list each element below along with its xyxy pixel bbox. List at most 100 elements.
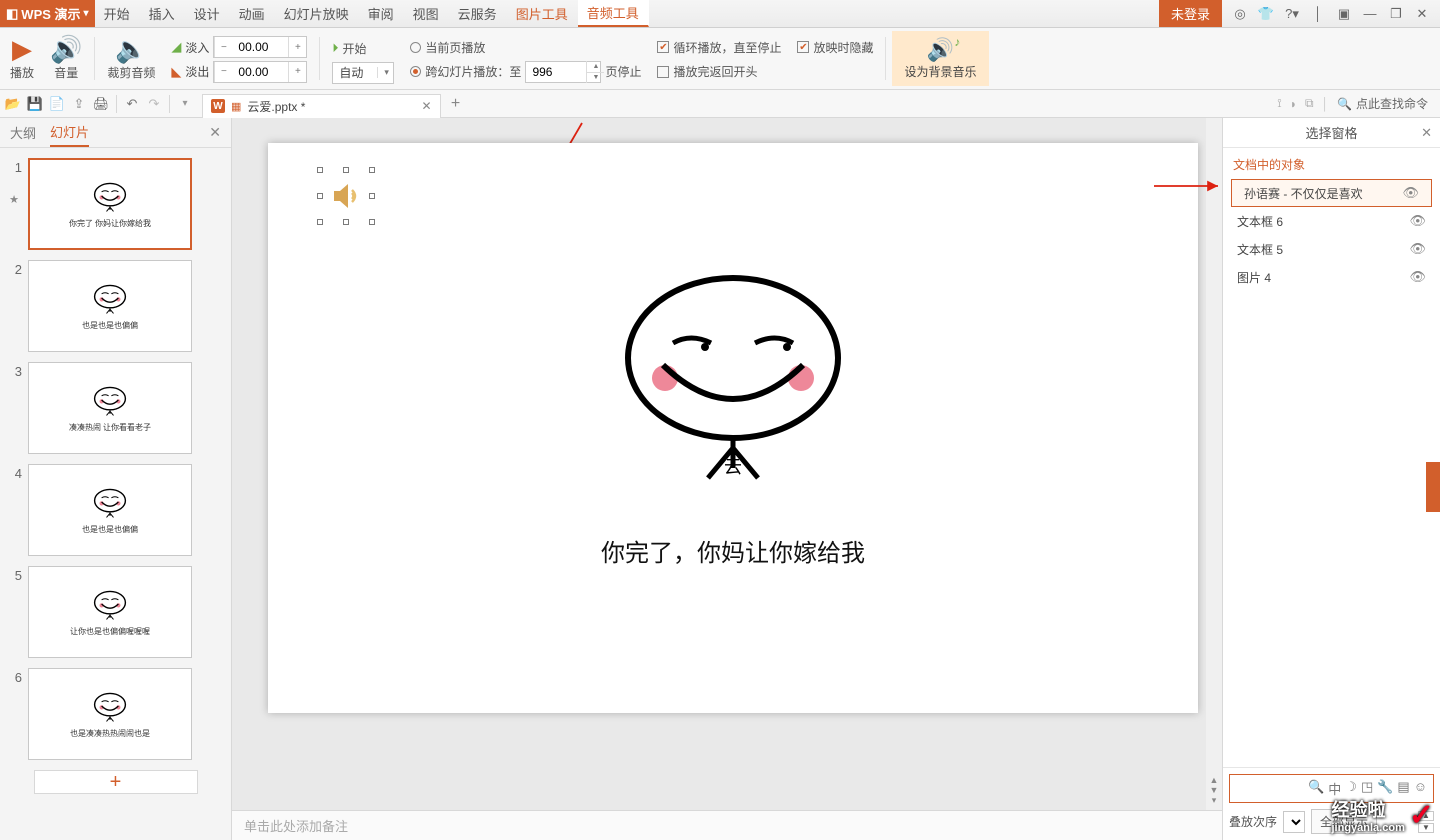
resize-handle[interactable]	[317, 167, 323, 173]
tab-design[interactable]: 设计	[185, 0, 230, 27]
cross-up-icon[interactable]: ▲	[586, 61, 604, 72]
start-label: 开始	[342, 40, 366, 57]
help-icon[interactable]: ?▾	[1282, 4, 1302, 24]
close-icon[interactable]: ✕	[1412, 4, 1432, 24]
vertical-scrollbar[interactable]: ▲▼▾	[1206, 118, 1222, 810]
open-icon[interactable]: 📂	[4, 95, 22, 113]
qa-more-icon[interactable]: ▾	[176, 95, 194, 113]
cross-slide-radio[interactable]: 跨幻灯片播放：至 ▲ ▼ 页停止	[410, 60, 641, 85]
chevron-down-icon[interactable]: ▾	[377, 67, 393, 78]
search-command-label: 点此查找命令	[1356, 95, 1428, 112]
trim-button[interactable]: 🔈 裁剪音频	[101, 31, 161, 86]
slide-thumbnail[interactable]: 你完了 你妈让你嫁给我	[28, 158, 192, 250]
maximize-icon[interactable]: ❐	[1386, 4, 1406, 24]
toolbar-search-icon[interactable]: 🔍	[1308, 779, 1324, 798]
cross-down-icon[interactable]: ▼	[586, 72, 604, 83]
edge-tab[interactable]	[1426, 462, 1440, 512]
ribbon-collapse-icon[interactable]: ▣	[1334, 4, 1354, 24]
radio-on-icon	[410, 66, 421, 77]
add-slide-button[interactable]: +	[34, 770, 198, 794]
tab-home[interactable]: 开始	[95, 0, 140, 27]
export-icon[interactable]: ⇪	[70, 95, 88, 113]
selection-item[interactable]: 文本框 5👁	[1231, 235, 1432, 263]
return-start-check[interactable]: 播放完返回开头	[657, 60, 757, 85]
fade-in-input[interactable]: − +	[213, 36, 307, 58]
order-label: 叠放次序	[1229, 813, 1277, 830]
slide-nav-pane: 大纲 幻灯片 ✕ 1★你完了 你妈让你嫁给我2也是也是也偏偏3凑凑热闹 让你看看…	[0, 118, 232, 840]
login-status[interactable]: 未登录	[1159, 0, 1222, 27]
resize-handle[interactable]	[317, 219, 323, 225]
resize-handle[interactable]	[343, 219, 349, 225]
volume-button[interactable]: 🔊 音量	[44, 31, 88, 86]
search-command[interactable]: 🔍 点此查找命令	[1337, 95, 1428, 112]
slides-tab[interactable]: 幻灯片	[50, 118, 89, 147]
selection-item[interactable]: 文本框 6👁	[1231, 207, 1432, 235]
outline-tab[interactable]: 大纲	[10, 119, 36, 146]
tab-picture-tools[interactable]: 图片工具	[507, 0, 578, 27]
selection-pane-close-icon[interactable]: ✕	[1421, 125, 1432, 141]
skin-icon[interactable]: ◎	[1230, 4, 1250, 24]
slide-thumbnail[interactable]: 也是也是也偏偏	[28, 464, 192, 556]
fade-out-plus[interactable]: +	[288, 62, 306, 82]
selection-item[interactable]: 图片 4👁	[1231, 263, 1432, 291]
fade-out-input[interactable]: − +	[213, 61, 307, 83]
slide-thumbnail[interactable]: 凑凑热闹 让你看看老子	[28, 362, 192, 454]
tab-cloud[interactable]: 云服务	[449, 0, 507, 27]
resize-handle[interactable]	[369, 167, 375, 173]
shirt-icon[interactable]: 👕	[1256, 4, 1276, 24]
tab-insert[interactable]: 插入	[140, 0, 185, 27]
tool-icon-3[interactable]: ⧉	[1305, 96, 1314, 111]
tab-audio-tools[interactable]: 音频工具	[578, 0, 649, 27]
fade-in-plus[interactable]: +	[288, 37, 306, 57]
fade-in-minus[interactable]: −	[214, 37, 232, 57]
cross-slide-value[interactable]	[526, 65, 586, 79]
print-icon[interactable]: 🖨	[92, 95, 110, 113]
visibility-eye-icon[interactable]: 👁	[1409, 241, 1426, 257]
fade-out-minus[interactable]: −	[214, 62, 232, 82]
fade-in-icon: ◢	[171, 39, 181, 55]
resize-handle[interactable]	[343, 167, 349, 173]
tab-review[interactable]: 审阅	[359, 0, 404, 27]
visibility-eye-icon[interactable]: 👁	[1409, 213, 1426, 229]
notes-area[interactable]: 单击此处添加备注	[232, 810, 1222, 840]
add-tab-button[interactable]: +	[445, 93, 467, 115]
selection-item[interactable]: 孙语赛 - 不仅仅是喜欢👁	[1231, 179, 1432, 207]
save-icon[interactable]: 💾	[26, 95, 44, 113]
pdf-icon[interactable]: 📄	[48, 95, 66, 113]
slide-canvas[interactable]: 云 你完了，你妈让你嫁给我 ▲▼▾	[232, 118, 1222, 810]
resize-handle[interactable]	[369, 219, 375, 225]
navpane-close-icon[interactable]: ✕	[209, 124, 221, 141]
fade-out-value[interactable]	[232, 65, 288, 79]
resize-handle[interactable]	[369, 193, 375, 199]
app-logo[interactable]: ◧ WPS 演示 ▾	[0, 0, 95, 27]
close-tab-icon[interactable]: ✕	[421, 99, 431, 113]
undo-icon[interactable]: ↶	[123, 95, 141, 113]
slide-thumbnail[interactable]: 也是凑凑热热闹闹也是	[28, 668, 192, 760]
slide-thumbnail[interactable]: 也是也是也偏偏	[28, 260, 192, 352]
loop-check[interactable]: ✔ 循环播放，直至停止	[657, 35, 781, 60]
bg-music-button[interactable]: 🔊♪ 设为背景音乐	[892, 31, 988, 86]
hide-on-play-check[interactable]: ✔ 放映时隐藏	[797, 35, 873, 60]
visibility-eye-icon[interactable]: 👁	[1409, 269, 1426, 285]
fade-in-value[interactable]	[232, 40, 288, 54]
cross-slide-input[interactable]: ▲ ▼	[525, 61, 601, 83]
tab-animation[interactable]: 动画	[230, 0, 275, 27]
play-button[interactable]: ▶ 播放	[4, 31, 40, 86]
tab-slideshow[interactable]: 幻灯片放映	[275, 0, 359, 27]
tool-icon-2[interactable]: ◗	[1290, 97, 1297, 111]
visibility-eye-icon[interactable]: 👁	[1396, 185, 1425, 201]
doc-type-icon: ▦	[231, 100, 241, 113]
redo-icon[interactable]: ↷	[145, 95, 163, 113]
document-tab[interactable]: W ▦ 云爱.pptx * ✕	[202, 94, 441, 118]
order-select[interactable]	[1283, 811, 1305, 833]
tool-icon-1[interactable]: ⟟	[1277, 96, 1281, 111]
minimize-icon[interactable]: —	[1360, 4, 1380, 24]
tab-view[interactable]: 视图	[404, 0, 449, 27]
app-menu-caret[interactable]: ▾	[84, 8, 89, 19]
current-page-radio[interactable]: 当前页播放	[410, 35, 485, 60]
slide-thumbnail[interactable]: 让你也是也偏偏喔喔喔	[28, 566, 192, 658]
audio-object[interactable]	[320, 170, 372, 222]
resize-handle[interactable]	[317, 193, 323, 199]
start-select[interactable]: 自动 ▾	[332, 62, 394, 84]
bg-music-label: 设为背景音乐	[904, 63, 976, 80]
